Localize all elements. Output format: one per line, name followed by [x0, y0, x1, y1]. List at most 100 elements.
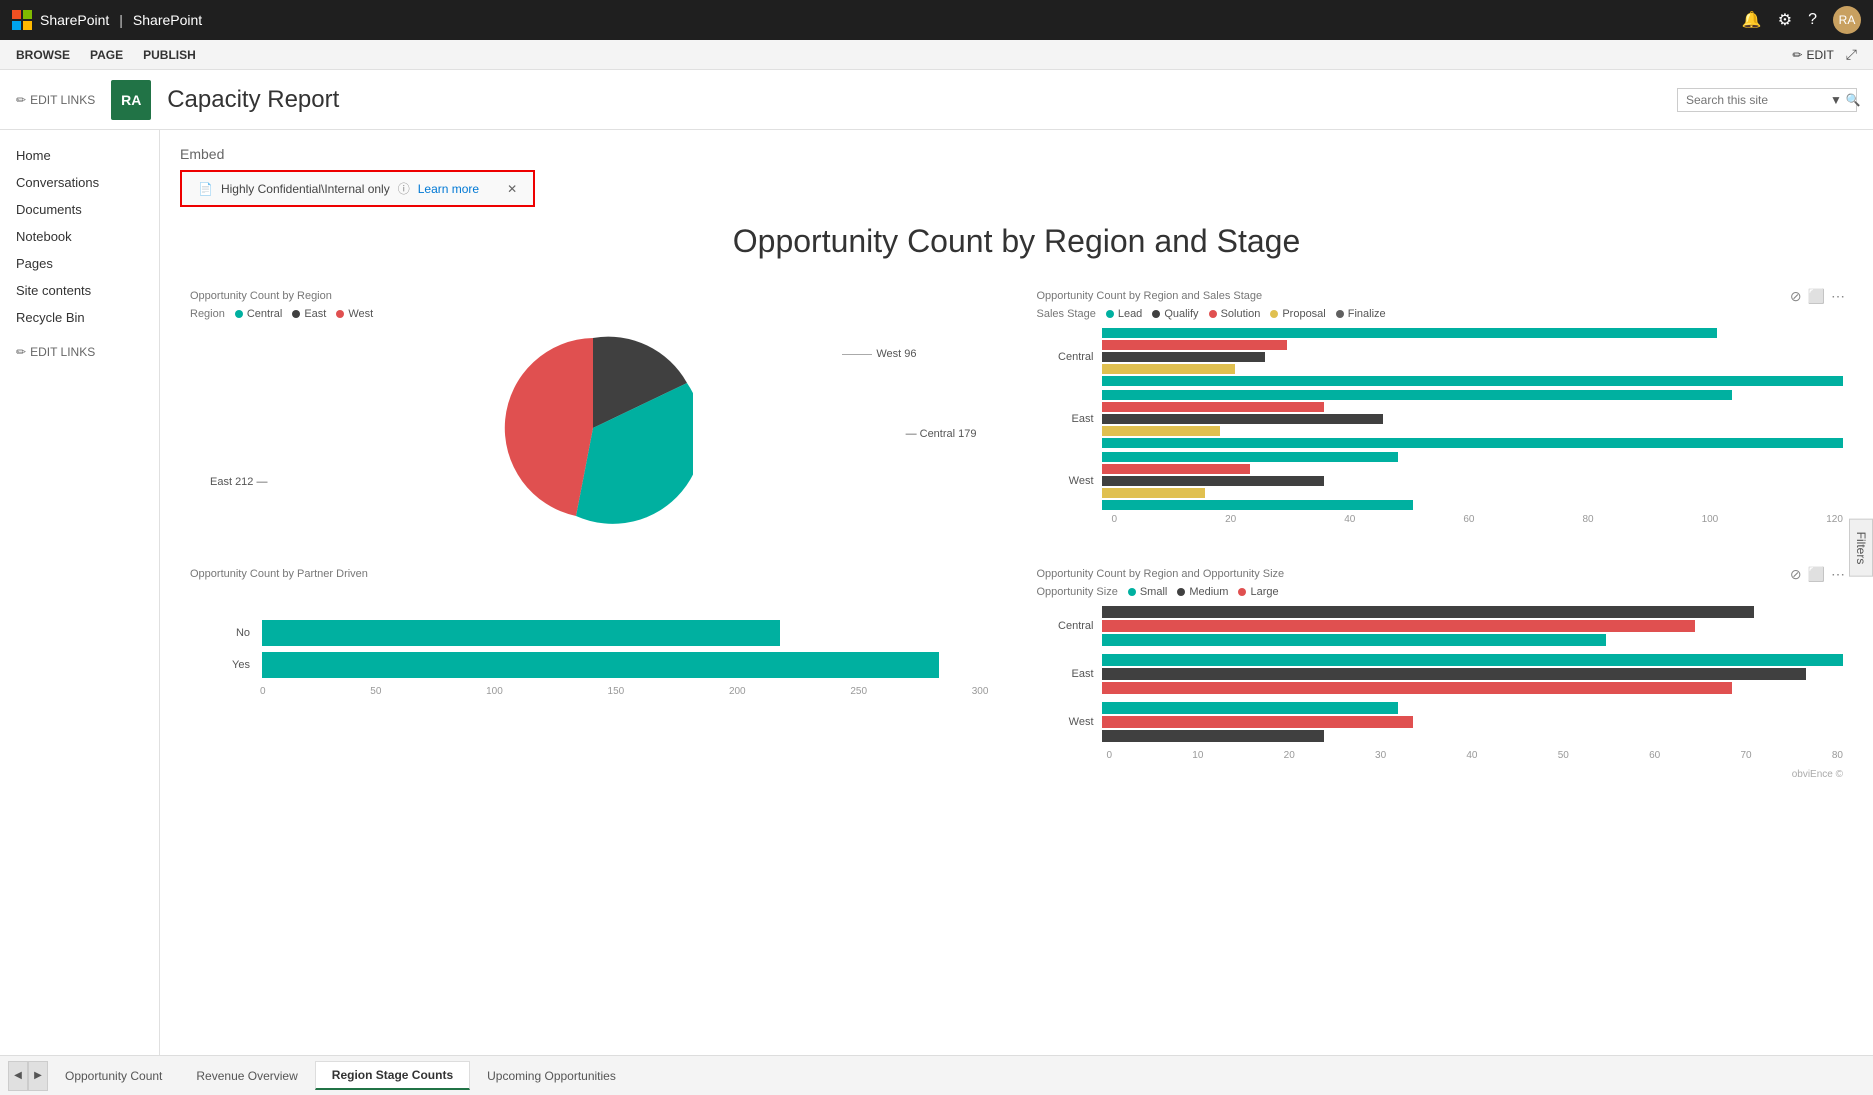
legend-medium: Medium [1177, 586, 1228, 598]
search-dropdown-icon[interactable]: ▼ [1830, 93, 1842, 107]
filters-panel[interactable]: Filters [1849, 518, 1873, 577]
embed-title: Embed [180, 146, 1853, 162]
legend-solution-label: Solution [1221, 308, 1261, 320]
sidebar-item-pages[interactable]: Pages [0, 250, 159, 277]
pie-label-central: — Central 179 [906, 428, 977, 440]
region-west-row: West [1047, 452, 1844, 510]
notification-icon[interactable]: 🔔 [1742, 10, 1762, 30]
region-central-row: Central [1047, 328, 1844, 386]
central-solution-bar [1102, 340, 1287, 350]
info-icon[interactable]: ⓘ [398, 180, 410, 197]
embed-section: Embed 📄 Highly Confidential\Internal onl… [160, 130, 1873, 223]
tab-revenue-overview[interactable]: Revenue Overview [179, 1062, 314, 1089]
central-medium-bar [1102, 606, 1755, 618]
legend-lead-label: Lead [1118, 308, 1142, 320]
tab-next-btn[interactable]: ▶ [28, 1061, 48, 1091]
legend-east-label: East [304, 308, 326, 320]
opp-size-attribution: obviEnce © [1037, 769, 1844, 780]
search-input[interactable] [1686, 93, 1826, 107]
opp-west-label: West [1047, 716, 1102, 728]
west-proposal-bar [1102, 488, 1206, 498]
dashboard: Opportunity Count by Region and Stage Op… [160, 223, 1873, 810]
edit-label: EDIT [1806, 48, 1833, 62]
help-icon[interactable]: ? [1808, 11, 1817, 29]
content-area: Embed 📄 Highly Confidential\Internal onl… [160, 130, 1873, 1055]
legend-qualify-dot [1152, 310, 1160, 318]
east-large-bar [1102, 682, 1732, 694]
profile-avatar[interactable]: RA [1833, 6, 1861, 34]
region-stage-chart-title: Opportunity Count by Region and Sales St… [1037, 290, 1844, 302]
bottom-tabs: ◀ ▶ Opportunity Count Revenue Overview R… [0, 1055, 1873, 1095]
pie-chart-title: Opportunity Count by Region [190, 290, 997, 302]
close-banner-btn[interactable]: ✕ [507, 182, 517, 196]
edit-links-label: EDIT LINKS [30, 93, 95, 107]
site-title: Capacity Report [167, 86, 339, 114]
legend-east: East [292, 308, 326, 320]
west-qualify-bar [1102, 476, 1324, 486]
more-toolbar-icon[interactable]: ⋯ [1831, 288, 1845, 305]
legend-finalize: Finalize [1336, 308, 1386, 320]
bar-yes-label: Yes [200, 659, 250, 671]
tab-region-stage-counts[interactable]: Region Stage Counts [315, 1061, 470, 1090]
filter-toolbar-icon[interactable]: ⊘ [1790, 288, 1802, 305]
expand-toolbar-icon[interactable]: ⬜ [1808, 288, 1825, 305]
legend-west: West [336, 308, 373, 320]
region-stage-legend: Sales Stage Lead Qualify Solution [1037, 308, 1844, 320]
sidebar-item-home[interactable]: Home [0, 142, 159, 169]
ribbon-browse[interactable]: BROWSE [16, 48, 70, 62]
opp-size-axis: 01020304050607080 [1047, 750, 1844, 761]
west-small-bar [1102, 702, 1399, 714]
west-large-bar [1102, 716, 1413, 728]
edit-links-btn[interactable]: ✏ EDIT LINKS [16, 93, 95, 107]
site-avatar: RA [111, 80, 151, 120]
legend-solution: Solution [1209, 308, 1261, 320]
central-small-bar [1102, 634, 1606, 646]
sidebar-item-documents[interactable]: Documents [0, 196, 159, 223]
legend-finalize-label: Finalize [1348, 308, 1386, 320]
bar-yes [262, 652, 939, 678]
legend-small-dot [1128, 588, 1136, 596]
left-nav: Home Conversations Documents Notebook Pa… [0, 130, 160, 1055]
settings-icon[interactable]: ⚙ [1778, 10, 1792, 30]
filter-opp-icon[interactable]: ⊘ [1790, 566, 1802, 583]
west-finalize-bar [1102, 500, 1413, 510]
east-finalize-bar [1102, 438, 1844, 448]
legend-small-label: Small [1140, 586, 1168, 598]
west-lead-bar [1102, 452, 1399, 462]
region-stage-toolbar: ⊘ ⬜ ⋯ [1790, 288, 1845, 305]
legend-large-label: Large [1250, 586, 1278, 598]
region-central-label: Central [1047, 351, 1102, 363]
tab-prev-btn[interactable]: ◀ [8, 1061, 28, 1091]
focus-icon[interactable]: ⤢ [1846, 46, 1857, 63]
legend-finalize-dot [1336, 310, 1344, 318]
legend-proposal: Proposal [1270, 308, 1325, 320]
sidebar-item-notebook[interactable]: Notebook [0, 223, 159, 250]
opp-east-row: East [1047, 654, 1844, 694]
pie-svg [493, 328, 693, 528]
ribbon-publish[interactable]: PUBLISH [143, 48, 196, 62]
ribbon-page[interactable]: PAGE [90, 48, 123, 62]
east-proposal-bar [1102, 426, 1221, 436]
legend-small: Small [1128, 586, 1168, 598]
more-opp-icon[interactable]: ⋯ [1831, 566, 1845, 583]
sharepoint-title: SharePoint [133, 12, 202, 28]
sales-stage-label: Sales Stage [1037, 308, 1096, 320]
legend-central-dot [235, 310, 243, 318]
legend-large: Large [1238, 586, 1278, 598]
nav-edit-links[interactable]: ✏ EDIT LINKS [0, 339, 159, 365]
tab-opportunity-count[interactable]: Opportunity Count [48, 1062, 179, 1089]
ribbon-edit-btn[interactable]: ✏ EDIT [1792, 48, 1833, 62]
search-icon[interactable]: 🔍 [1846, 93, 1861, 107]
central-lead-bar [1102, 328, 1717, 338]
legend-proposal-dot [1270, 310, 1278, 318]
central-qualify-bar [1102, 352, 1265, 362]
sidebar-item-recycle-bin[interactable]: Recycle Bin [0, 304, 159, 331]
top-bar: SharePoint | SharePoint 🔔 ⚙ ? RA [0, 0, 1873, 40]
expand-opp-icon[interactable]: ⬜ [1808, 566, 1825, 583]
learn-more-link[interactable]: Learn more [418, 182, 479, 196]
opp-central-row: Central [1047, 606, 1844, 646]
sidebar-item-site-contents[interactable]: Site contents [0, 277, 159, 304]
sidebar-item-conversations[interactable]: Conversations [0, 169, 159, 196]
search-box: ▼ 🔍 [1677, 88, 1857, 112]
tab-upcoming-opportunities[interactable]: Upcoming Opportunities [470, 1062, 633, 1089]
